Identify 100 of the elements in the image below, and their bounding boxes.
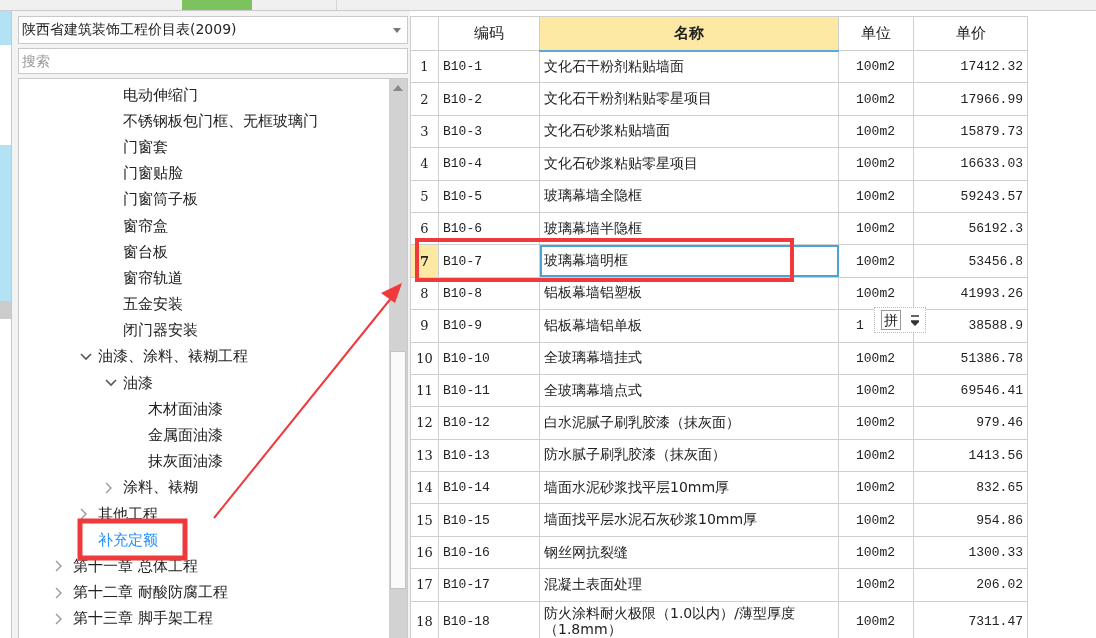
table-cell: 100m2 [838, 374, 914, 407]
search-field[interactable]: 搜索 [18, 48, 408, 74]
table-cell: 53456.8 [913, 244, 1028, 278]
table-cell: 56192.3 [913, 212, 1028, 245]
tree-item[interactable]: 抹灰面油漆 [148, 452, 223, 472]
tree-item[interactable]: 五金安装 [123, 295, 183, 315]
row-number[interactable]: 12 [410, 406, 439, 440]
tab-strip[interactable] [0, 0, 1096, 11]
tree-item[interactable]: 第十三章 脚手架工程 [73, 609, 213, 629]
table-cell: 100m2 [838, 180, 914, 213]
tree-item[interactable]: 窗帘盒 [123, 216, 168, 236]
tree-item[interactable]: 木材面油漆 [148, 399, 223, 419]
table-cell: 100m2 [838, 147, 914, 181]
row-number[interactable]: 17 [410, 568, 439, 602]
table-cell: B10-14 [438, 471, 540, 504]
table-cell: B10-16 [438, 536, 540, 569]
library-dropdown[interactable]: 陕西省建筑装饰工程价目表(2009) [18, 16, 408, 44]
table-cell: 100m2 [838, 50, 914, 83]
scrollbar[interactable] [389, 79, 407, 638]
table-cell: 51386.78 [913, 342, 1028, 375]
row-number[interactable]: 6 [410, 212, 439, 245]
tree-item[interactable]: 油漆、涂料、裱糊工程 [98, 347, 248, 367]
table-cell: 17412.32 [913, 50, 1028, 83]
table-cell: 玻璃幕墙明框 [539, 244, 839, 278]
dropdown-caret-icon [393, 27, 401, 33]
tree-item[interactable]: 第十二章 耐酸防腐工程 [73, 583, 228, 603]
table-cell: 100m2 [838, 82, 914, 116]
tree-item[interactable]: 第十一章 总体工程 [73, 556, 198, 576]
tree-item[interactable]: 电动伸缩门 [123, 85, 198, 105]
row-number[interactable]: 5 [410, 180, 439, 213]
table-cell: B10-17 [438, 568, 540, 602]
tree-item[interactable]: 油漆 [123, 373, 153, 393]
chevron-down-icon[interactable] [80, 352, 92, 361]
table-cell: 钢丝网抗裂缝 [539, 536, 839, 569]
row-number[interactable]: 18 [410, 601, 439, 638]
table-cell: B10-3 [438, 115, 540, 148]
chevron-right-icon[interactable] [80, 508, 88, 521]
scroll-up-icon[interactable] [391, 83, 405, 93]
table-cell: 全玻璃幕墙挂式 [539, 342, 839, 375]
table-cell: B10-6 [438, 212, 540, 245]
tree-item[interactable]: 不锈钢板包门框、无框玻璃门 [123, 111, 318, 131]
table-cell: 混凝土表面处理 [539, 568, 839, 602]
scrollbar-thumb[interactable] [390, 351, 406, 589]
table-cell: 69546.41 [913, 374, 1028, 407]
chevron-right-icon[interactable] [55, 560, 63, 573]
chevron-right-icon[interactable] [55, 586, 63, 599]
table-cell: 16633.03 [913, 147, 1028, 181]
column-header[interactable]: 编码 [438, 16, 540, 51]
table-cell: 15879.73 [913, 115, 1028, 148]
column-header[interactable]: 单位 [838, 16, 914, 51]
table-cell: 白水泥腻子刷乳胶漆（抹灰面） [539, 406, 839, 440]
table-cell: 1300.33 [913, 536, 1028, 569]
chevron-right-icon[interactable] [55, 612, 63, 625]
chevron-right-icon[interactable] [105, 481, 113, 494]
tree-item[interactable]: 门窗筒子板 [123, 190, 198, 210]
row-number[interactable]: 16 [410, 536, 439, 569]
row-number[interactable]: 10 [410, 342, 439, 375]
table-cell: 206.02 [913, 568, 1028, 602]
column-header[interactable]: 名称 [539, 16, 839, 51]
row-number[interactable]: 2 [410, 82, 439, 116]
tree-item[interactable]: 涂料、裱糊 [123, 478, 198, 498]
row-number[interactable]: 14 [410, 471, 439, 504]
table-cell: 100m2 [838, 342, 914, 375]
row-number[interactable]: 3 [410, 115, 439, 148]
ime-popup[interactable]: 拼 [874, 307, 926, 333]
table-cell: 防水腻子刷乳胶漆（抹灰面） [539, 439, 839, 472]
table-cell: B10-12 [438, 406, 540, 440]
row-number[interactable]: 9 [410, 309, 439, 342]
column-header[interactable]: 单价 [913, 16, 1028, 51]
row-number[interactable]: 15 [410, 503, 439, 537]
table-cell: 100m2 [838, 503, 914, 537]
table-cell: 墙面水泥砂浆找平层10mm厚 [539, 471, 839, 504]
table-cell: 100m2 [838, 406, 914, 440]
table-cell: 979.46 [913, 406, 1028, 440]
tree-item[interactable]: 窗帘轨道 [123, 268, 183, 288]
chevron-down-icon[interactable] [105, 379, 117, 388]
tree-item[interactable]: 窗台板 [123, 242, 168, 262]
table-cell: 文化石干粉剂粘贴零星项目 [539, 82, 839, 116]
table-cell: B10-1 [438, 50, 540, 83]
row-number[interactable]: 8 [410, 277, 439, 310]
table-cell: 17966.99 [913, 82, 1028, 116]
tree-item[interactable]: 门窗贴脸 [123, 164, 183, 184]
tree-item[interactable]: 闭门器安装 [123, 321, 198, 341]
table-cell: 100m2 [838, 244, 914, 278]
row-number[interactable]: 4 [410, 147, 439, 181]
table-cell: 文化石干粉剂粘贴墙面 [539, 50, 839, 83]
table-cell: 59243.57 [913, 180, 1028, 213]
row-number[interactable]: 11 [410, 374, 439, 407]
caret-icon[interactable] [911, 314, 919, 326]
table-cell: 100m2 [838, 568, 914, 602]
row-number[interactable]: 13 [410, 439, 439, 472]
tree-item[interactable]: 门窗套 [123, 137, 168, 157]
table-cell: 954.86 [913, 503, 1028, 537]
table-cell: B10-13 [438, 439, 540, 472]
table-cell: 玻璃幕墙全隐框 [539, 180, 839, 213]
table-cell: 铝板幕墙铝塑板 [539, 277, 839, 310]
table-cell: 文化石砂浆粘贴墙面 [539, 115, 839, 148]
table-cell: 文化石砂浆粘贴零星项目 [539, 147, 839, 181]
tree-item[interactable]: 金属面油漆 [148, 426, 223, 446]
row-number[interactable]: 1 [410, 50, 439, 83]
